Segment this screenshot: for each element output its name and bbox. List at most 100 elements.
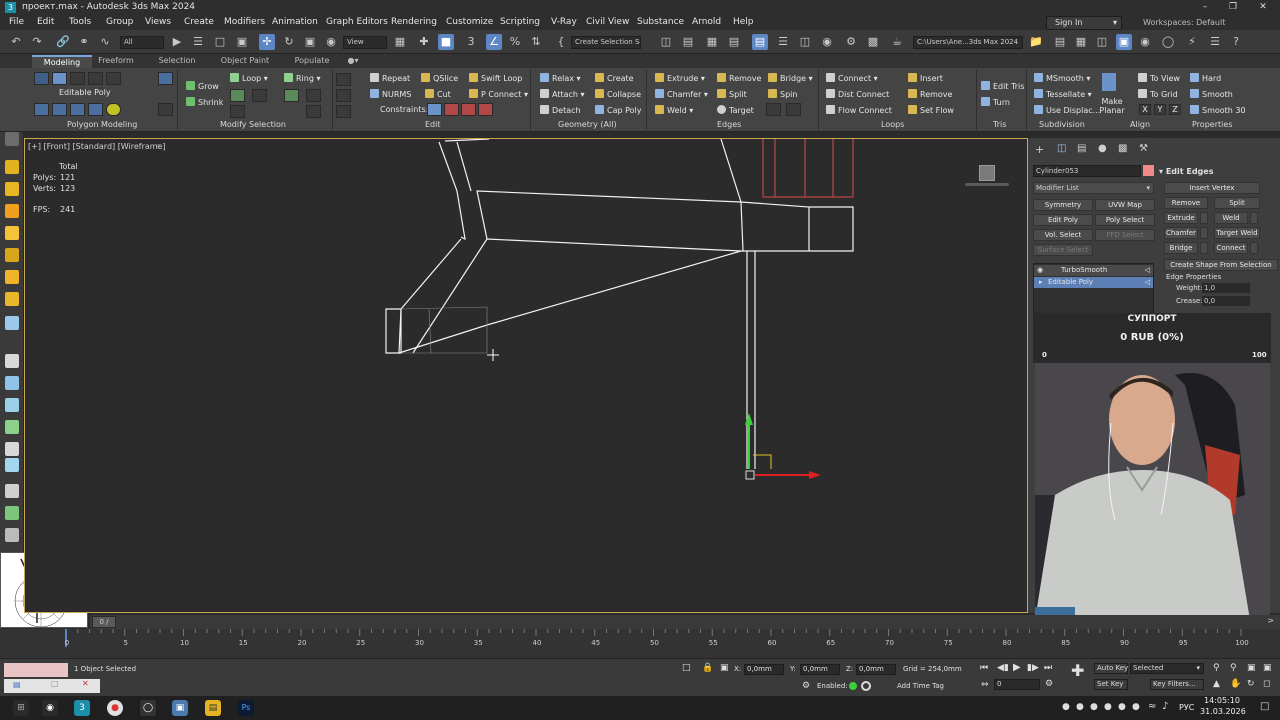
remove-loop-button[interactable]: Remove [908,89,952,99]
zoom-extents-icon[interactable]: ▣ [1247,663,1256,673]
display-icon[interactable] [5,160,19,174]
material-editor-icon[interactable]: ◉ [819,34,835,50]
time-slider-next-icon[interactable]: > [1267,616,1274,625]
create-shape-button[interactable]: Create Shape From Selection [1164,259,1278,271]
clock-time[interactable]: 14:05:10 [1204,696,1240,705]
auto-key-button[interactable]: Auto Key [1094,663,1128,674]
tray-discord-icon[interactable]: ● [1104,702,1112,712]
constraint-edge-icon[interactable] [444,103,459,116]
angle-snap-icon[interactable]: ∠ [486,34,502,50]
target-button[interactable]: Target [717,105,754,115]
time-slider[interactable]: 0 / 100 > [90,615,1280,636]
enabled-indicator-icon[interactable] [849,682,857,690]
weld-settings-icon[interactable] [1250,212,1258,224]
menu-graph-editors[interactable]: Graph Editors [326,17,388,27]
section-modify-selection[interactable]: Modify Selection [220,120,286,129]
split-edge-button[interactable]: Split [1214,197,1260,209]
tab-freeform[interactable]: Freeform [96,55,136,68]
redo-icon[interactable]: ↷ [29,34,45,50]
set-key-plus-icon[interactable]: ✚ [1071,661,1084,680]
extrude-settings-icon[interactable] [1200,212,1208,224]
constraint-face-icon[interactable] [461,103,476,116]
adaptive-degradation-icon[interactable]: ⚙ [802,681,810,691]
3dsmax-taskbar-icon[interactable]: 3 [74,700,90,716]
absolute-mode-icon[interactable]: ▣ [720,663,729,673]
next-frame-icon[interactable]: ▮▶ [1027,663,1039,673]
loop-button[interactable]: Loop ▾ [230,73,268,83]
motion-icon[interactable] [5,132,19,146]
selection-lock-icon[interactable]: 🔒 [702,663,713,673]
connect-button[interactable]: Connect ▾ [826,73,878,83]
nurms-button[interactable]: NURMS [370,89,411,99]
toggle-ribbon-icon[interactable]: ▤ [752,34,768,50]
help-icon[interactable]: ? [1228,34,1244,50]
chrome-icon[interactable]: ● [107,700,123,716]
spin-button[interactable]: Spin [768,89,797,99]
play-icon[interactable]: ▶ [1013,662,1021,673]
use-displacement-button[interactable]: Use Displac... [1034,105,1100,115]
zoom-extents-all-icon[interactable]: ▣ [1263,663,1272,673]
render-setup-icon[interactable]: ⚙ [843,34,859,50]
menu-substance[interactable]: Substance [637,17,684,27]
shrink-button[interactable]: Shrink [186,97,223,107]
cap-poly-button[interactable]: Cap Poly [595,105,642,115]
shrink-loop-icon[interactable] [252,89,267,102]
undo-icon[interactable]: ↶ [8,34,24,50]
selection-filter-dropdown[interactable]: All [120,36,164,49]
settings-icon[interactable] [336,105,351,118]
mirror-icon[interactable]: ◫ [658,34,674,50]
constraint-normal-icon[interactable] [478,103,493,116]
selection-region-icon[interactable]: □ [212,34,228,50]
to-grid-button[interactable]: To Grid [1138,89,1178,99]
uvw-map-button[interactable]: UVW Map [1095,199,1155,211]
msmooth-button[interactable]: MSmooth ▾ [1034,73,1090,83]
select-and-scale-icon[interactable]: ▣ [302,34,318,50]
helpers-icon[interactable] [5,270,19,284]
select-and-move-icon[interactable]: ✢ [259,34,275,50]
stack-item-editable-poly[interactable]: ▸ Editable Poly ◁ [1034,277,1153,288]
section-align[interactable]: Align [1130,120,1150,129]
align-icon[interactable]: ▤ [680,34,696,50]
menu-file[interactable]: File [9,17,24,27]
create-button[interactable]: Create [595,73,634,83]
menu-create[interactable]: Create [184,17,214,27]
remove-edge-button[interactable]: Remove [717,73,761,83]
menu-customize[interactable]: Customize [446,17,493,27]
tray-obs-icon[interactable]: ● [1118,702,1126,712]
unlink-icon[interactable]: ⚭ [76,34,92,50]
flow-connect-button[interactable]: Flow Connect [826,105,892,115]
close-window-button[interactable]: ✕ [1246,0,1280,15]
obs-icon[interactable]: ◯ [140,700,156,716]
time-slider-handle[interactable]: 0 / 100 [92,616,116,636]
menu-tools[interactable]: Tools [69,17,91,27]
menu-edit[interactable]: Edit [37,17,54,27]
use-soft-selection-icon[interactable] [52,103,67,116]
hinge-icon[interactable] [766,103,781,116]
bridge-edge-button[interactable]: Bridge [1164,242,1198,254]
collapse-stack-icon[interactable] [158,103,173,116]
turn-button[interactable]: Turn [981,97,1010,107]
chamfer-button[interactable]: Chamfer ▾ [655,89,708,99]
geometry-icon[interactable] [5,182,19,196]
edit-poly-button[interactable]: Edit Poly [1033,214,1093,226]
preserve-uv-toggle-icon[interactable] [336,73,351,86]
display-tab-icon[interactable]: ▩ [1118,143,1127,154]
add-time-tag-button[interactable]: Add Time Tag [897,682,944,690]
object-color-swatch[interactable] [1143,165,1154,176]
section-polygon-modeling[interactable]: Polygon Modeling [67,120,137,129]
window-crossing-icon[interactable]: ▣ [234,34,250,50]
connect-edge-button[interactable]: Connect [1214,242,1248,254]
tab-modeling[interactable]: Modeling [32,55,92,68]
clear-icon[interactable]: ✕ [82,679,89,688]
zoom-all-icon[interactable]: ⚲ [1230,663,1237,673]
eye-icon[interactable]: ◉ [1037,265,1043,276]
smooth-30-button[interactable]: Smooth 30 [1190,105,1246,115]
substance-icon[interactable]: ⚡ [1184,34,1200,50]
viewcube-icon[interactable] [979,165,995,181]
go-to-start-icon[interactable]: ⏮ [980,663,988,673]
section-geometry-all[interactable]: Geometry (All) [558,120,617,129]
workspaces-dropdown[interactable]: Workspaces: Default [1143,18,1225,27]
start-menu-icon[interactable]: ⊞ [13,700,29,716]
surface-select-button[interactable]: Surface Select [1033,244,1093,256]
grow-button[interactable]: Grow [186,81,219,91]
